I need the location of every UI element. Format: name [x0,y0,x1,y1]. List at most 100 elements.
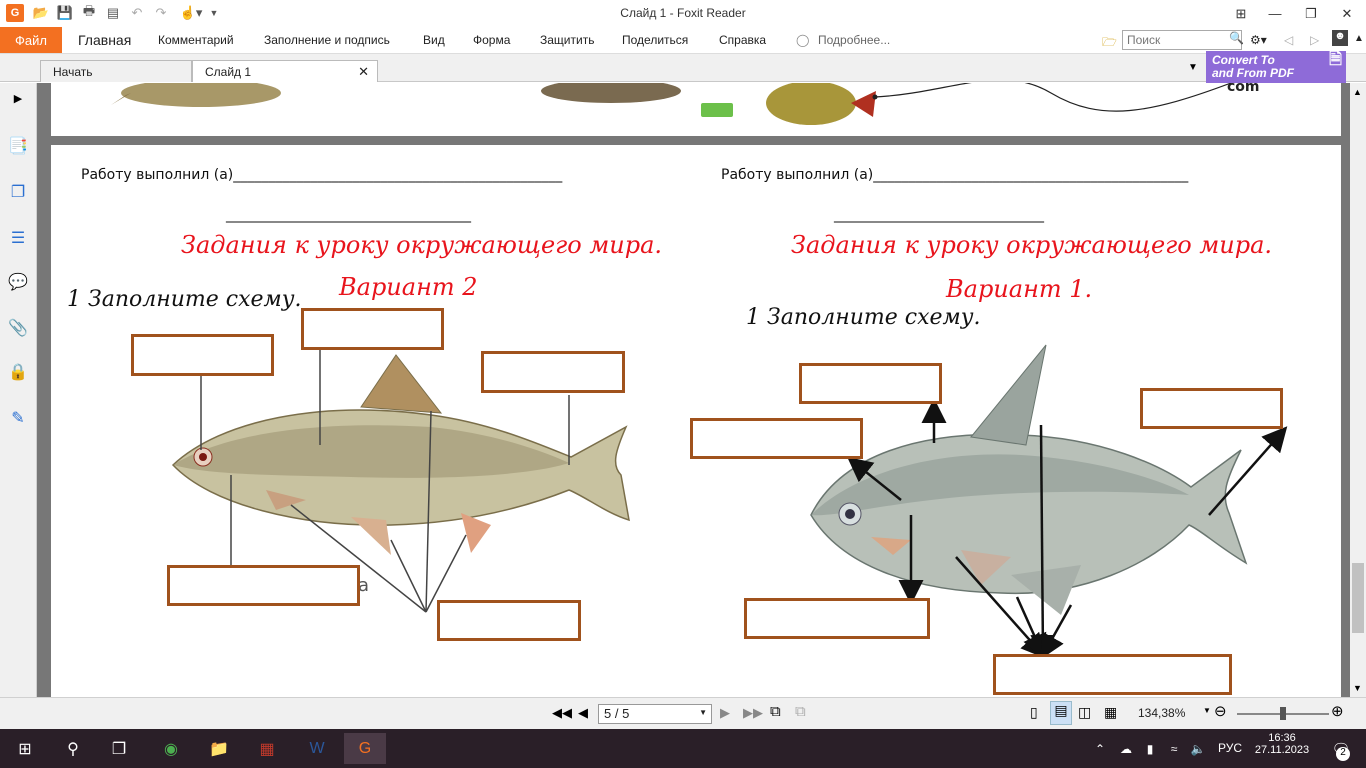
tab-label: Слайд 1 [205,65,252,79]
document-tabs: Начать Слайд 1 ✕ ▼ [0,54,1366,82]
user-icon[interactable]: ☻ [1332,30,1348,46]
volume-icon[interactable]: 🔈 [1188,733,1208,764]
page-dropdown-icon[interactable]: ▼ [699,708,707,717]
tab-comment[interactable]: Комментарий [158,33,234,47]
close-button[interactable]: ✕ [1328,0,1366,27]
settings-icon[interactable]: ⚙▾ [1250,33,1267,47]
clock[interactable]: 16:36 27.11.2023 [1254,732,1310,756]
zoom-slider-thumb[interactable] [1280,707,1286,720]
tray-chevron-icon[interactable]: ⌃ [1090,733,1110,764]
file-explorer-icon[interactable]: 📁 [198,733,240,764]
security-lock-icon[interactable]: 🔒 [7,361,29,383]
tab-list-chevron-icon[interactable]: ▼ [1188,62,1198,73]
label-box-1[interactable] [131,334,274,376]
signature-icon[interactable]: ✎ [7,407,29,429]
label-box-5[interactable] [437,600,581,641]
page-4-fragment: com [51,83,1341,136]
close-tab-icon[interactable]: ✕ [358,64,369,80]
layers-icon[interactable]: ☰ [7,227,29,249]
comments-icon[interactable]: 💬 [7,271,29,293]
network-icon[interactable]: ≈ [1164,733,1184,764]
first-page-icon[interactable]: ◀◀ [552,705,572,721]
prev-page-icon[interactable]: ◀ [578,705,588,721]
pdf-doc-icon: 🗎 [1329,51,1342,68]
start-windows-icon[interactable]: ⊞ [4,733,46,764]
bookmark-icon[interactable]: 📑 [7,135,29,157]
convert-pdf-banner[interactable]: Convert To and From PDF 🗎 [1206,51,1346,83]
collapse-ribbon-icon[interactable]: ▲ [1354,33,1364,44]
zoom-dropdown-icon[interactable]: ▼ [1203,706,1211,715]
next-result-icon[interactable]: ▷ [1310,33,1319,47]
last-page-icon[interactable]: ▶▶ [743,705,763,721]
tab-share[interactable]: Поделиться [622,33,688,47]
label-box-7[interactable] [690,418,863,459]
tray-app-icon[interactable]: ☁ [1116,733,1136,764]
label-box-2[interactable] [301,308,444,350]
file-tab[interactable]: Файл [0,27,62,53]
window-title: Слайд 1 - Foxit Reader [620,6,746,20]
navigation-sidebar: ▶ 📑 ❐ ☰ 💬 📎 🔒 ✎ [0,83,37,697]
scroll-up-icon[interactable]: ▲ [1353,87,1362,97]
battery-icon[interactable]: ▮ [1140,733,1160,764]
foxit-taskbar-icon[interactable]: G [344,733,386,764]
next-page-icon[interactable]: ▶ [720,705,730,721]
maximize-button[interactable]: ❐ [1292,0,1330,27]
windows-taskbar: ⊞ ⚲ ❐ ◉ 📁 ▦ W G ⌃ ☁ ▮ ≈ 🔈 РУС 16:36 27.1… [0,729,1366,768]
word-icon[interactable]: W [296,733,338,764]
label-box-9[interactable] [744,598,930,639]
restore-layout-icon[interactable]: ⊞ [1222,0,1260,27]
label-box-3[interactable] [481,351,625,393]
tab-view[interactable]: Вид [423,33,445,47]
attachments-icon[interactable]: 📎 [7,317,29,339]
tab-slide-1[interactable]: Слайд 1 ✕ [192,60,378,82]
tab-home[interactable]: Главная [78,32,131,48]
chrome-icon[interactable]: ◉ [150,733,192,764]
ribbon-menu: Файл Главная Комментарий Заполнение и по… [0,27,1366,54]
lightbulb-icon: ◯ [796,33,810,47]
tab-form[interactable]: Форма [473,33,510,47]
vertical-scrollbar[interactable]: ▲ ▼ [1350,83,1366,697]
minimize-button[interactable]: — [1256,0,1294,27]
winrar-icon[interactable]: ▦ [246,733,288,764]
fish-diagram-left [171,350,630,613]
pages-icon[interactable]: ❐ [7,181,29,203]
tab-protect[interactable]: Защитить [540,33,594,47]
page-number-input[interactable]: 5 / 5 ▼ [598,704,712,724]
find-folder-icon[interactable]: 🗁 [1102,33,1117,54]
continuous-page-icon[interactable]: ▤ [1050,701,1072,725]
label-box-4[interactable] [167,565,360,606]
expand-panel-icon[interactable]: ▶ [7,87,29,109]
document-view: com Работу выполнил (а)_________________… [37,83,1350,697]
status-bar: ◀◀ ◀ 5 / 5 ▼ ▶ ▶▶ ⧉ ⧉ ▯ ▤ ◫ ▦ 134,38% ▼ ⊖… [0,697,1366,729]
prev-result-icon[interactable]: ◁ [1284,33,1293,47]
zoom-out-icon[interactable]: ⊖ [1214,702,1227,720]
search-input[interactable]: Поиск [1122,30,1242,50]
tab-help[interactable]: Справка [719,33,766,47]
language-indicator[interactable]: РУС [1218,741,1242,755]
label-box-6[interactable] [799,363,942,404]
clock-date: 27.11.2023 [1254,744,1310,756]
previous-view-icon[interactable]: ⧉ [770,703,781,720]
tab-label: Начать [53,65,93,79]
clock-time: 16:36 [1268,732,1296,744]
search-icon[interactable]: 🔍 [1229,31,1244,45]
scroll-down-icon[interactable]: ▼ [1353,683,1362,693]
page-number: 5 / 5 [604,706,630,721]
tab-fill-sign[interactable]: Заполнение и подпись [264,33,390,47]
task-view-icon[interactable]: ❐ [98,733,140,764]
zoom-level[interactable]: 134,38% [1138,706,1185,720]
label-box-10[interactable] [993,654,1232,695]
scroll-thumb[interactable] [1352,563,1364,633]
label-box-8[interactable] [1140,388,1283,429]
zoom-in-icon[interactable]: ⊕ [1331,702,1344,720]
tell-me-input[interactable]: Подробнее... [818,33,890,47]
page-fragment-text: com [1227,83,1260,95]
continuous-facing-icon[interactable]: ▦ [1104,704,1117,721]
tab-start[interactable]: Начать [40,60,192,82]
single-page-icon[interactable]: ▯ [1030,704,1038,721]
facing-page-icon[interactable]: ◫ [1078,704,1091,721]
fish-images-fragment [111,83,1232,125]
worksheet-page: Работу выполнил (а)_____________________… [51,145,1341,697]
search-taskbar-icon[interactable]: ⚲ [52,733,94,764]
next-view-icon[interactable]: ⧉ [795,703,806,720]
